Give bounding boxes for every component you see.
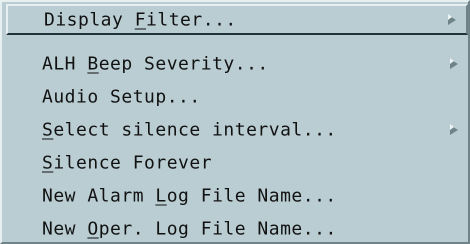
menu-item-label: New Oper. Log File Name... — [42, 218, 337, 239]
submenu-arrow-icon — [450, 123, 458, 135]
menu-item-label: Audio Setup... — [42, 86, 201, 107]
menu-item-new-oper-log-file-name[interactable]: New Oper. Log File Name... — [6, 213, 468, 244]
menu-item-label: Display Filter... — [44, 9, 237, 30]
submenu-arrow-icon — [450, 57, 458, 69]
context-menu: Display Filter... ALH Beep Severity... A… — [0, 0, 470, 244]
menu-item-select-silence-interval[interactable]: Select silence interval... — [6, 114, 468, 145]
menu-item-alh-beep-severity[interactable]: ALH Beep Severity... — [6, 48, 468, 79]
menu-item-new-alarm-log-file-name[interactable]: New Alarm Log File Name... — [6, 180, 468, 211]
menu-item-silence-forever[interactable]: Silence Forever — [6, 147, 468, 178]
menu-item-label: Silence Forever — [42, 152, 213, 173]
menu-item-label: ALH Beep Severity... — [42, 53, 269, 74]
menu-item-label: New Alarm Log File Name... — [42, 185, 337, 206]
menu-item-display-filter[interactable]: Display Filter... — [6, 4, 468, 35]
menu-item-audio-setup[interactable]: Audio Setup... — [6, 81, 468, 112]
menu-item-label: Select silence interval... — [42, 119, 337, 140]
submenu-arrow-icon — [448, 13, 456, 25]
